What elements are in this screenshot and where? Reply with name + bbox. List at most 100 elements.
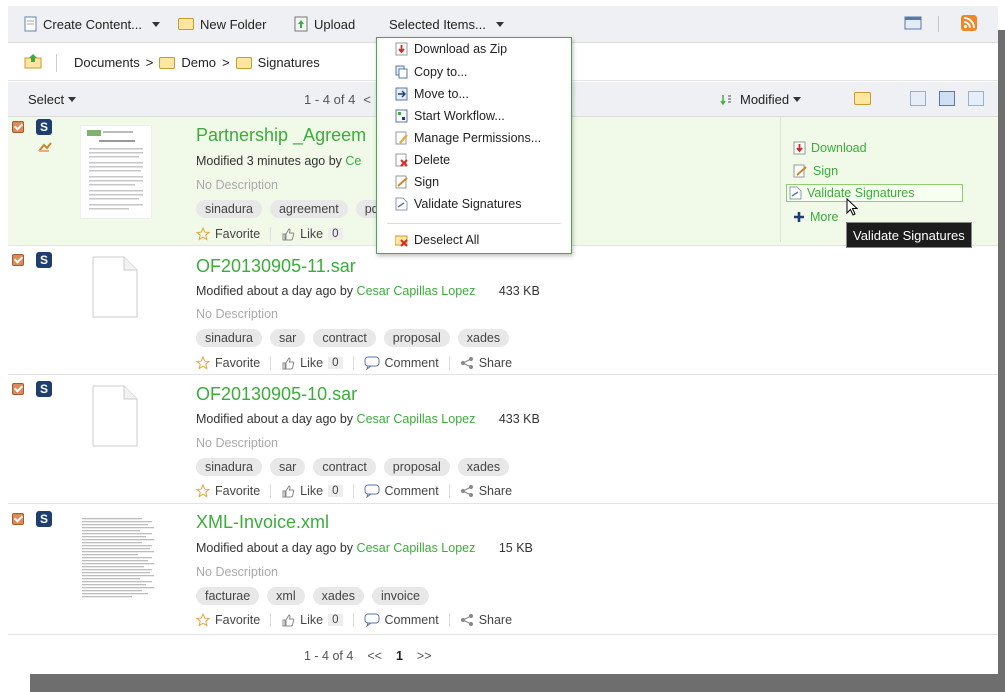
selected-items-button[interactable]: Selected Items...: [389, 15, 504, 33]
menu-item-delete[interactable]: Delete: [395, 153, 450, 167]
generic-file-icon[interactable]: [92, 256, 138, 318]
like-count: 0: [328, 357, 343, 369]
document-title[interactable]: OF20130905-11.sar: [196, 256, 356, 277]
menu-item-move-to[interactable]: Move to...: [395, 87, 469, 101]
tag[interactable]: sinadura: [196, 329, 262, 347]
document-title[interactable]: XML-Invoice.xml: [196, 512, 329, 533]
menu-item-manage-permissions[interactable]: Manage Permissions...: [395, 131, 541, 145]
parent-folder-icon[interactable]: [24, 53, 42, 72]
tooltip: Validate Signatures: [846, 222, 972, 248]
tag[interactable]: xades: [457, 458, 510, 476]
detailed-view-icon[interactable]: [939, 91, 955, 106]
like-button[interactable]: Like 0: [281, 484, 354, 498]
favorite-button[interactable]: Favorite: [196, 356, 272, 370]
menu-item-download-zip[interactable]: Download as Zip: [395, 42, 507, 56]
row-checkbox[interactable]: [12, 513, 24, 525]
tag[interactable]: xades: [457, 329, 510, 347]
pager-first-link[interactable]: <<: [367, 649, 382, 663]
page-prev-link[interactable]: <: [363, 92, 371, 107]
menu-item-copy-to[interactable]: Copy to...: [395, 65, 468, 79]
document-title[interactable]: OF20130905-10.sar: [196, 384, 357, 405]
comment-icon: [364, 356, 379, 370]
breadcrumb-documents[interactable]: Documents: [74, 55, 140, 70]
table-row[interactable]: S OF20130905-10.sar Modified about a day…: [8, 375, 998, 504]
sinadura-icon: S: [36, 119, 52, 135]
favorite-button[interactable]: Favorite: [196, 227, 272, 241]
new-folder-button[interactable]: New Folder: [178, 15, 266, 33]
select-dropdown[interactable]: Select: [28, 92, 77, 107]
favorite-button[interactable]: Favorite: [196, 484, 272, 498]
tag[interactable]: sinadura: [196, 200, 262, 218]
modified-text: Modified about a day ago by: [196, 284, 354, 298]
tag-list: sinadura sar contract proposal xades: [196, 329, 510, 347]
sign-action[interactable]: Sign: [793, 164, 838, 178]
share-button[interactable]: Share: [460, 356, 522, 370]
tag[interactable]: xades: [312, 587, 364, 605]
simple-view-icon[interactable]: [910, 91, 926, 106]
breadcrumb-separator: >: [145, 55, 154, 70]
fullscreen-icon[interactable]: [904, 15, 922, 31]
tag[interactable]: sar: [269, 329, 306, 347]
star-icon: [196, 484, 210, 498]
like-button[interactable]: Like 0: [281, 227, 352, 241]
like-button[interactable]: Like 0: [281, 356, 354, 370]
document-thumbnail[interactable]: [80, 125, 152, 219]
table-row[interactable]: S OF20130905-11.sar Modified about a day…: [8, 246, 998, 375]
tag[interactable]: sinadura: [196, 458, 262, 476]
rss-icon[interactable]: [961, 15, 979, 31]
menu-item-deselect-all[interactable]: Deselect All: [395, 233, 479, 247]
menu-item-validate-signatures[interactable]: Validate Signatures: [395, 197, 521, 211]
comment-button[interactable]: Comment: [364, 613, 450, 627]
tag[interactable]: agreement: [269, 200, 348, 218]
modified-text: Modified about a day ago by: [196, 412, 354, 426]
share-button[interactable]: Share: [460, 484, 522, 498]
document-title[interactable]: Partnership _Agreem: [196, 125, 366, 146]
tag[interactable]: proposal: [383, 329, 450, 347]
tag[interactable]: sar: [269, 458, 306, 476]
breadcrumb-demo[interactable]: Demo: [181, 55, 216, 70]
tag[interactable]: contract: [313, 458, 376, 476]
like-button[interactable]: Like 0: [281, 613, 354, 627]
modifier-link[interactable]: Ce: [345, 154, 361, 168]
tag[interactable]: xml: [267, 587, 305, 605]
pagination: 1 - 4 of 4 << 1 >>: [304, 649, 432, 663]
comment-button[interactable]: Comment: [364, 484, 450, 498]
menu-item-label: Copy to...: [414, 65, 468, 79]
modifier-link[interactable]: Cesar Capillas Lopez: [357, 541, 476, 555]
sort-dropdown[interactable]: Modified: [720, 92, 802, 107]
pager-next-link[interactable]: >>: [417, 649, 432, 663]
create-content-button[interactable]: Create Content...: [24, 15, 160, 33]
tag[interactable]: invoice: [371, 587, 429, 605]
sign-icon: [395, 175, 408, 189]
upload-button[interactable]: Upload: [294, 15, 355, 33]
table-row[interactable]: S XML-Invoice.xml Modified about a day a…: [8, 504, 998, 635]
menu-item-start-workflow[interactable]: Start Workflow...: [395, 109, 505, 123]
tag[interactable]: contract: [313, 329, 376, 347]
show-folders-icon[interactable]: [854, 92, 871, 108]
tag-list: sinadura sar contract proposal xades: [196, 458, 510, 476]
modifier-link[interactable]: Cesar Capillas Lopez: [357, 412, 476, 426]
generic-file-icon[interactable]: [92, 385, 138, 447]
thumbs-up-icon: [282, 357, 295, 370]
share-button[interactable]: Share: [460, 613, 522, 627]
breadcrumb-signatures[interactable]: Signatures: [258, 55, 320, 70]
row-checkbox[interactable]: [12, 383, 24, 395]
tag[interactable]: facturae: [196, 587, 260, 605]
validate-signatures-action[interactable]: Validate Signatures: [786, 184, 964, 202]
favorite-button[interactable]: Favorite: [196, 613, 272, 627]
comment-button[interactable]: Comment: [364, 356, 450, 370]
menu-item-sign[interactable]: Sign: [395, 175, 439, 189]
tag[interactable]: proposal: [383, 458, 450, 476]
share-icon: [460, 485, 473, 497]
gallery-view-icon[interactable]: [968, 91, 984, 106]
row-checkbox[interactable]: [12, 254, 24, 266]
more-actions[interactable]: More: [793, 210, 838, 224]
star-icon: [196, 227, 210, 241]
download-action[interactable]: Download: [793, 141, 867, 155]
document-thumbnail[interactable]: [80, 516, 156, 600]
modifier-link[interactable]: Cesar Capillas Lopez: [357, 284, 476, 298]
comment-label: Comment: [384, 484, 439, 498]
file-size: 433 KB: [498, 284, 540, 298]
path-divider: [56, 54, 57, 72]
row-checkbox[interactable]: [12, 121, 24, 133]
